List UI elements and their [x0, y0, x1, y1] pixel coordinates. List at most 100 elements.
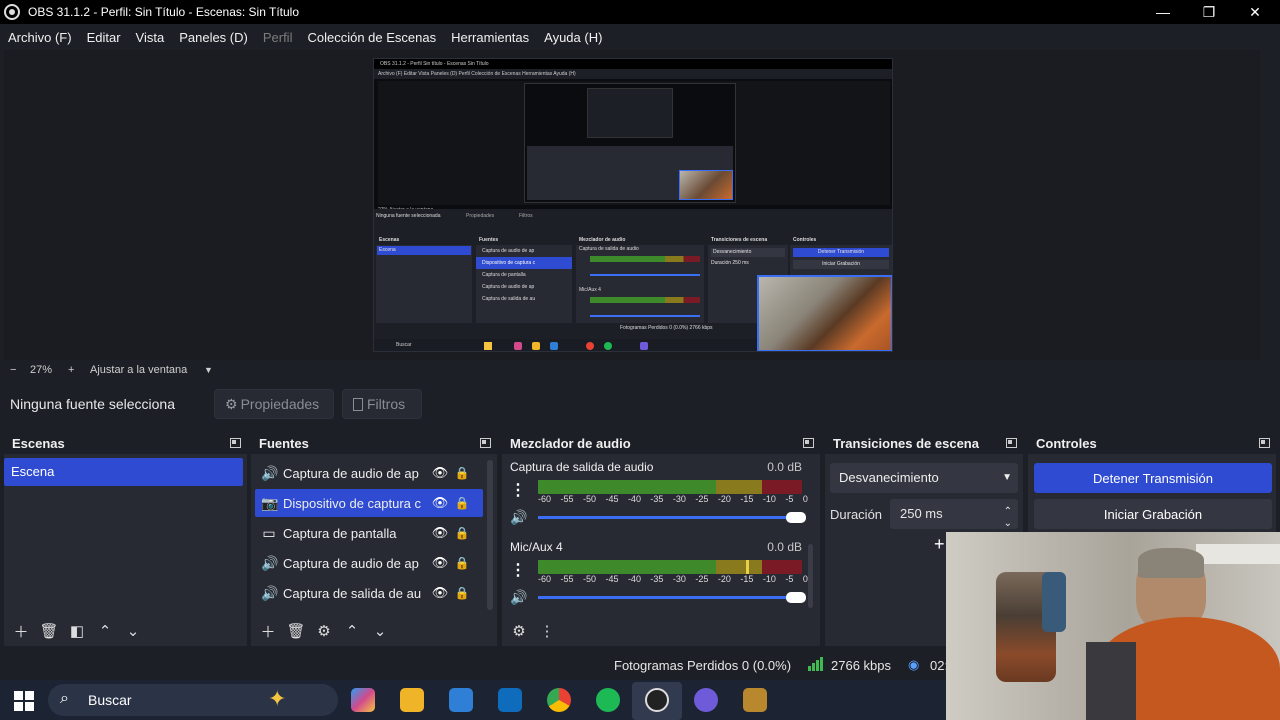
mixer-menu-icon[interactable]: ⋮ — [536, 622, 558, 640]
menu-ayuda[interactable]: Ayuda (H) — [544, 30, 602, 45]
menu-coleccion-escenas[interactable]: Colección de Escenas — [307, 30, 436, 45]
bitrate: 2766 kbps — [831, 658, 891, 673]
mini-sources-panel: Fuentes Captura de audio de ap Dispositi… — [476, 235, 572, 323]
channel-menu-icon[interactable]: ⋮ — [510, 560, 526, 580]
source-item[interactable]: 🔊 Captura de salida de au 👁 🔒 — [255, 579, 483, 607]
mini-props: Propiedades — [466, 213, 495, 219]
mixer-scrollbar[interactable] — [808, 544, 813, 608]
sources-scrollbar[interactable] — [487, 460, 493, 610]
volume-slider[interactable] — [538, 592, 806, 603]
obs-icon — [645, 688, 669, 712]
speaker-icon[interactable]: 🔊 — [510, 509, 527, 526]
move-down-icon[interactable]: ⌄ — [369, 622, 391, 640]
scene-filters-icon[interactable]: ◧ — [66, 622, 88, 640]
mini-dur: 250 ms — [732, 260, 749, 266]
duration-spinbox[interactable]: 250 ms ⌃ ⌄ — [890, 499, 1018, 529]
move-down-icon[interactable]: ⌄ — [122, 622, 144, 640]
move-up-icon[interactable]: ⌃ — [94, 622, 116, 640]
menu-editar[interactable]: Editar — [87, 30, 121, 45]
undock-icon[interactable] — [230, 438, 241, 448]
chrome-icon[interactable] — [547, 688, 571, 712]
volume-slider-handle[interactable] — [786, 512, 806, 523]
discord-icon[interactable] — [694, 688, 718, 712]
maximize-button[interactable]: ❐ — [1186, 0, 1232, 24]
properties-button[interactable]: ⚙ Propiedades — [214, 389, 334, 419]
windows-start-icon[interactable] — [14, 691, 34, 711]
file-explorer-icon[interactable] — [400, 688, 424, 712]
minimize-button[interactable]: — — [1140, 0, 1186, 24]
app-icon[interactable] — [743, 688, 767, 712]
speaker-icon: 🔊 — [261, 464, 279, 481]
filter-icon — [353, 397, 363, 411]
store-icon[interactable] — [449, 688, 473, 712]
volume-slider[interactable] — [538, 512, 806, 523]
menu-herramientas[interactable]: Herramientas — [451, 30, 529, 45]
zoom-in-button[interactable]: + — [68, 364, 90, 376]
stop-stream-button[interactable]: Detener Transmisión — [1034, 463, 1272, 493]
mini-ch1: Captura de salida de audio — [579, 246, 639, 252]
volume-meter — [538, 560, 802, 574]
start-recording-button[interactable]: Iniciar Grabación — [1034, 499, 1272, 529]
filters-button[interactable]: Filtros — [342, 389, 422, 419]
lock-icon[interactable]: 🔒 — [451, 526, 473, 540]
mini-menu: Archivo (F) Editar Vista Paneles (D) Per… — [374, 69, 892, 79]
undock-icon[interactable] — [803, 438, 814, 448]
trash-icon[interactable]: 🗑 — [38, 622, 60, 640]
lock-icon[interactable]: 🔒 — [451, 586, 473, 600]
add-transition-icon[interactable]: + — [934, 534, 945, 555]
source-label: Dispositivo de captura c — [283, 495, 422, 511]
add-scene-icon[interactable]: ＋ — [10, 621, 32, 642]
no-source-label: Ninguna fuente selecciona — [10, 396, 176, 412]
close-button[interactable]: ✕ — [1232, 0, 1278, 24]
trash-icon[interactable]: 🗑 — [285, 622, 307, 640]
menu-perfil[interactable]: Perfil — [263, 30, 293, 45]
speaker-icon[interactable]: 🔊 — [510, 589, 527, 606]
menu-vista[interactable]: Vista — [136, 30, 165, 45]
filters-label: Filtros — [367, 396, 406, 412]
lock-icon[interactable]: 🔒 — [451, 556, 473, 570]
preview-canvas[interactable]: OBS 31.1.2 - Perfil Sin título - Escenas… — [373, 58, 893, 352]
lock-icon[interactable]: 🔒 — [451, 466, 473, 480]
move-up-icon[interactable]: ⌃ — [341, 622, 363, 640]
advanced-audio-icon[interactable]: ⚙ — [508, 622, 530, 640]
search-placeholder: Buscar — [88, 692, 132, 708]
mini-trans-type: Desvanecimiento — [711, 248, 785, 257]
mini-no-source: Ninguna fuente seleccionada — [376, 213, 441, 219]
undock-icon[interactable] — [480, 438, 491, 448]
source-label: Captura de pantalla — [283, 525, 397, 541]
outlook-icon[interactable] — [498, 688, 522, 712]
spotify-icon[interactable] — [596, 688, 620, 712]
source-item-selected[interactable]: 📷 Dispositivo de captura c 👁 🔒 — [255, 489, 483, 517]
scenes-title: Escenas — [12, 435, 65, 451]
channel-menu-icon[interactable]: ⋮ — [510, 480, 526, 500]
source-item[interactable]: 🔊 Captura de audio de ap 👁 🔒 — [255, 459, 483, 487]
source-item[interactable]: 🔊 Captura de audio de ap 👁 🔒 — [255, 549, 483, 577]
gear-icon[interactable]: ⚙ — [313, 622, 335, 640]
lock-icon[interactable]: 🔒 — [451, 496, 473, 510]
eye-icon[interactable]: 👁 — [429, 585, 451, 601]
menu-archivo[interactable]: Archivo (F) — [8, 30, 72, 45]
undock-icon[interactable] — [1259, 438, 1270, 448]
taskbar-search[interactable]: ⌕ Buscar ✦ — [48, 684, 338, 716]
fit-window-label[interactable]: Ajustar a la ventana — [90, 364, 204, 376]
eye-icon[interactable]: 👁 — [429, 465, 451, 481]
volume-slider-handle[interactable] — [786, 592, 806, 603]
scene-item[interactable]: Escena — [4, 458, 243, 486]
eye-icon[interactable]: 👁 — [429, 555, 451, 571]
copilot-icon[interactable] — [351, 688, 375, 712]
transition-select[interactable]: Desvanecimiento ▼ — [830, 463, 1018, 493]
source-item[interactable]: ▭ Captura de pantalla 👁 🔒 — [255, 519, 483, 547]
zoom-out-button[interactable]: − — [10, 364, 30, 376]
source-toolbar: Ninguna fuente selecciona ⚙ Propiedades … — [0, 386, 1280, 422]
chevron-down-icon: ▼ — [1002, 472, 1012, 483]
transitions-title: Transiciones de escena — [833, 435, 979, 451]
gear-icon: ⚙ — [225, 395, 238, 412]
zoom-dropdown-icon[interactable]: ▼ — [204, 365, 213, 375]
add-source-icon[interactable]: ＋ — [257, 621, 279, 642]
undock-icon[interactable] — [1006, 438, 1017, 448]
eye-icon[interactable]: 👁 — [429, 495, 451, 511]
eye-icon[interactable]: 👁 — [429, 525, 451, 541]
menu-paneles[interactable]: Paneles (D) — [179, 30, 248, 45]
zoom-value: 27% — [30, 364, 53, 376]
mini-filters: Filtros — [519, 213, 533, 219]
